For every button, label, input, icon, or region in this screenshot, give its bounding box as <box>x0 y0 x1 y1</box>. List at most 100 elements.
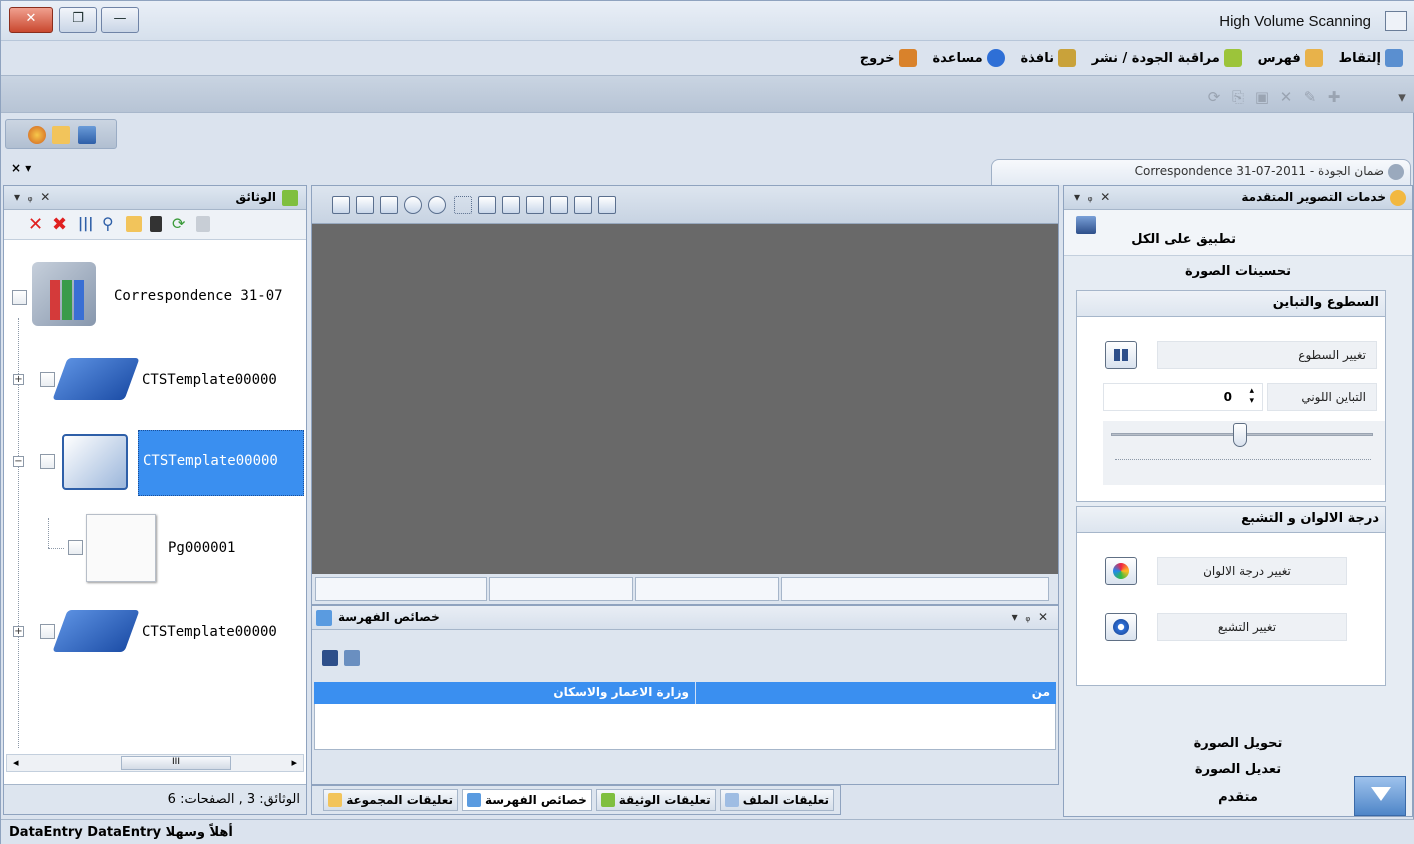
new-icon[interactable]: ✚ <box>1325 88 1343 106</box>
delete-all-icon[interactable]: ✖ <box>52 214 67 235</box>
full-view-icon[interactable] <box>550 196 568 214</box>
index-value[interactable]: وزارة الاعمار والاسكان <box>314 682 696 704</box>
hue-button[interactable] <box>1105 557 1137 585</box>
tree-item-page[interactable]: Pg000001 <box>4 512 306 584</box>
export-icon[interactable] <box>344 650 360 666</box>
save-icon[interactable]: ▣ <box>1253 88 1271 106</box>
delete-icon[interactable]: ✕ <box>1277 88 1295 106</box>
scanner-icon[interactable] <box>150 216 162 232</box>
select-region-icon[interactable] <box>454 196 472 214</box>
bottom-tab-strip: تعليقات الملف تعليقات الوثيقة خصائص الفه… <box>311 785 841 815</box>
saturation-icon <box>1113 619 1129 635</box>
contrast-stepper[interactable]: 0 ▴ ▾ <box>1103 383 1263 411</box>
minimize-window-button[interactable]: — <box>101 7 139 33</box>
thumbnail-view-icon[interactable] <box>574 196 592 214</box>
menu-quality[interactable]: مراقبة الجودة / نشر <box>1092 49 1242 67</box>
save-icon[interactable] <box>322 650 338 666</box>
delete-icon[interactable]: ✕ <box>28 214 43 235</box>
zoom-page-icon[interactable] <box>478 196 496 214</box>
menu-window[interactable]: نافذة <box>1021 49 1076 67</box>
tree-checkbox[interactable] <box>12 290 27 305</box>
refresh-icon[interactable]: ⟳ <box>1205 88 1223 106</box>
copy-icon[interactable] <box>356 196 374 214</box>
barcode-icon[interactable]: ||| <box>78 216 93 232</box>
contrast-slider[interactable] <box>1103 421 1385 485</box>
edit-icon[interactable]: ✎ <box>1301 88 1319 106</box>
change-saturation-button[interactable]: تغيير التشبع <box>1157 613 1347 641</box>
scanner-icon <box>1385 49 1403 67</box>
tree-checkbox[interactable] <box>40 372 55 387</box>
document-comments-icon <box>600 793 615 807</box>
panel-controls[interactable]: ▾ ᵩ ✕ <box>1012 610 1048 624</box>
apply-all-icon[interactable] <box>1076 216 1096 234</box>
menu-help[interactable]: مساعدة <box>932 49 1005 67</box>
tab-index-properties[interactable]: خصائص الفهرسة <box>462 789 592 811</box>
brightness-toggle-button[interactable] <box>1105 341 1137 369</box>
stepper-arrows-icon[interactable]: ▴ ▾ <box>1249 386 1254 406</box>
tree-item-batch[interactable]: + CTSTemplate00000 <box>4 350 306 410</box>
zoom-in-icon[interactable] <box>404 196 422 214</box>
tab-label: Correspondence 31-07-2011 - ضمان الجودة <box>1134 164 1384 178</box>
documents-icon <box>282 190 298 206</box>
menu-index[interactable]: فهرس <box>1258 49 1323 67</box>
tree-item-batch[interactable]: + CTSTemplate00000 <box>4 602 306 662</box>
scroll-left-icon[interactable]: ◂ <box>13 756 19 769</box>
tree-item-folder[interactable]: Correspondence 31-07 <box>4 256 306 336</box>
scroll-thumb[interactable]: III <box>121 756 231 770</box>
saturation-button[interactable] <box>1105 613 1137 641</box>
tree-checkbox[interactable] <box>40 624 55 639</box>
panel-controls[interactable]: ▾ ᵩ ✕ <box>14 190 50 204</box>
tree-line <box>48 518 49 548</box>
tab-document[interactable]: Correspondence 31-07-2011 - ضمان الجودة <box>991 159 1411 185</box>
restore-window-button[interactable]: ❐ <box>59 7 97 33</box>
expand-icon[interactable]: + <box>13 374 24 385</box>
refresh-icon[interactable]: ⟳ <box>172 214 185 233</box>
tab-document-comments[interactable]: تعليقات الوثيقة <box>595 789 716 811</box>
index-row[interactable]: وزارة الاعمار والاسكان من <box>314 682 1056 704</box>
search-icon[interactable]: ⚲ <box>102 214 114 233</box>
index-panel-title: خصائص الفهرسة <box>338 610 440 624</box>
tree-checkbox[interactable] <box>40 454 55 469</box>
index-icon <box>316 610 332 626</box>
collapse-icon[interactable]: − <box>13 456 24 467</box>
scroll-right-icon[interactable]: ▸ <box>291 756 297 769</box>
fit-width-icon[interactable] <box>502 196 520 214</box>
tree-checkbox[interactable] <box>68 540 83 555</box>
panel-controls[interactable]: ▾ ᵩ ✕ <box>1074 190 1110 204</box>
horizontal-scrollbar[interactable]: ◂ III ▸ <box>6 754 304 772</box>
change-hue-button[interactable]: تغيير درجة الالوان <box>1157 557 1347 585</box>
toolbar-overflow-icon[interactable]: ▾ <box>1393 88 1411 106</box>
enhancements-heading[interactable]: تحسينات الصورة <box>1064 260 1412 284</box>
brightness-section-header[interactable]: السطوع والتباين <box>1077 291 1385 317</box>
print-icon[interactable] <box>380 196 398 214</box>
fit-height-icon[interactable] <box>526 196 544 214</box>
help-icon <box>986 49 1005 67</box>
window-view-icon[interactable] <box>598 196 616 214</box>
slider-thumb[interactable] <box>1233 423 1247 447</box>
menu-exit[interactable]: خروج <box>860 49 917 67</box>
export-icon[interactable]: ⎘ <box>1229 88 1247 106</box>
tree-item-batch-selected[interactable]: − CTSTemplate00000 <box>4 426 306 498</box>
apply-all-button[interactable]: تطبيق على الكل <box>1131 232 1236 247</box>
edit-image-heading[interactable]: تعديل الصورة <box>1064 762 1412 777</box>
color-section-header[interactable]: درجة الالوان و التشبع <box>1077 507 1385 533</box>
dock-close-bar: × ▾ <box>1 157 991 181</box>
batch-icon[interactable] <box>78 126 96 144</box>
expand-panel-button[interactable] <box>1354 776 1406 816</box>
dock-close-button[interactable]: × ▾ <box>11 161 31 175</box>
expand-icon[interactable]: + <box>13 626 24 637</box>
tab-group-comments[interactable]: تعليقات المجموعة <box>323 789 458 811</box>
zoom-out-icon[interactable] <box>428 196 446 214</box>
color-wheel-icon[interactable] <box>28 126 46 144</box>
convert-image-heading[interactable]: تحويل الصورة <box>1064 736 1412 751</box>
tab-file-comments[interactable]: تعليقات الملف <box>719 789 834 811</box>
menu-capture[interactable]: إلتقاط <box>1339 49 1403 67</box>
change-brightness-button[interactable]: تغيير السطوع <box>1157 341 1377 369</box>
edit-note-icon[interactable] <box>52 126 70 144</box>
group-comments-icon <box>328 793 343 807</box>
fit-image-icon[interactable] <box>332 196 350 214</box>
menu-label: نافذة <box>1020 50 1054 66</box>
contrast-value[interactable]: 0 <box>1224 390 1232 404</box>
folder-edit-icon[interactable] <box>126 216 142 232</box>
close-window-button[interactable]: ✕ <box>9 7 53 33</box>
